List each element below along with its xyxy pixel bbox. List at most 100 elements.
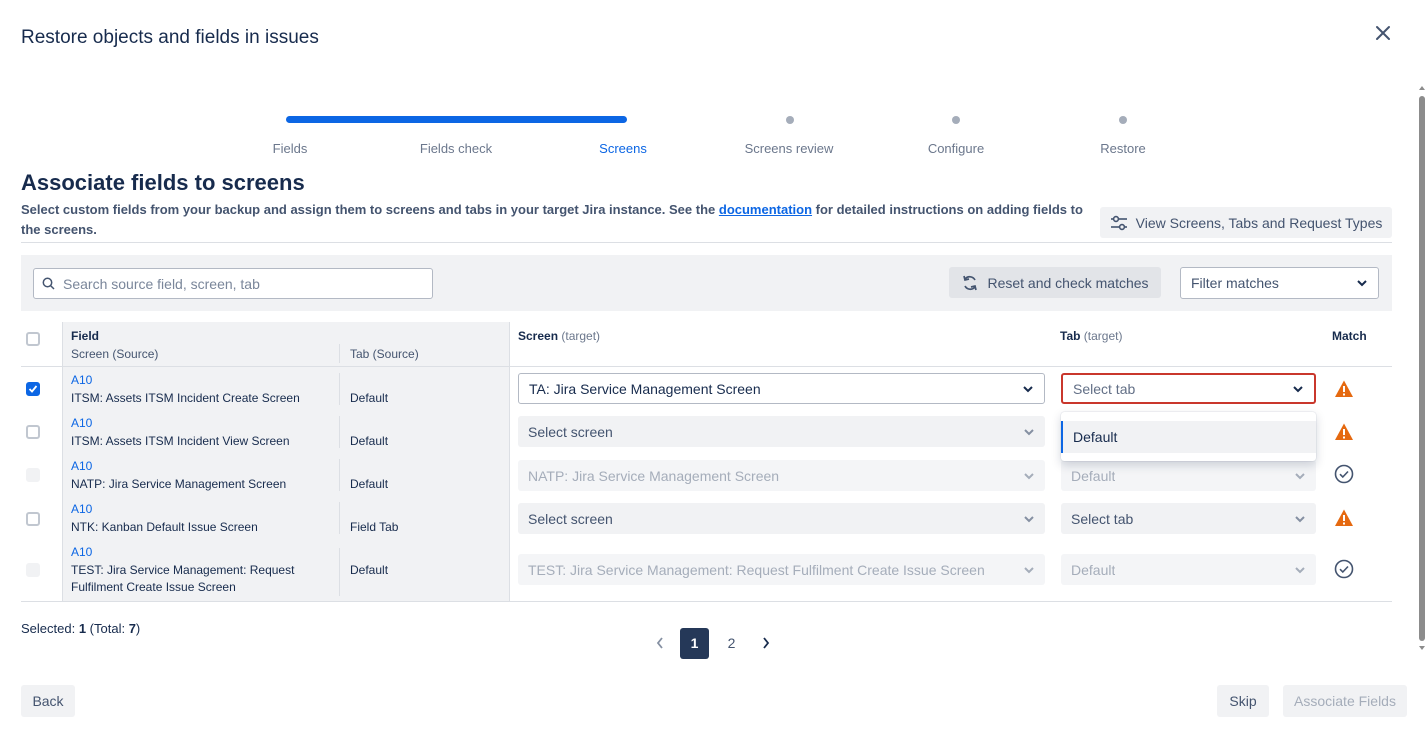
- selection-summary: Selected: 1 (Total: 7): [21, 621, 140, 636]
- chevron-down-icon: [1357, 280, 1367, 287]
- chevron-down-icon: [1024, 472, 1034, 479]
- modal-title: Restore objects and fields in issues: [21, 27, 319, 48]
- settings-sliders-icon: [1110, 215, 1127, 230]
- target-tab-select: Default: [1061, 554, 1316, 585]
- header-screen-target: Screen (target): [518, 329, 600, 343]
- scroll-down-icon[interactable]: [1418, 644, 1426, 652]
- tab-option-default[interactable]: Default: [1061, 421, 1316, 453]
- field-link[interactable]: A10: [71, 502, 92, 516]
- step-restore: Restore: [1100, 141, 1146, 156]
- search-placeholder: Search source field, screen, tab: [63, 275, 260, 292]
- source-screen-line: Fulfilment Create Issue Screen: [71, 580, 236, 594]
- chevron-right-icon: [763, 637, 770, 649]
- target-screen-value: NATP: Jira Service Management Screen: [528, 467, 780, 484]
- field-link[interactable]: A10: [71, 416, 92, 430]
- close-icon[interactable]: [1372, 22, 1394, 44]
- reset-matches-button[interactable]: Reset and check matches: [949, 267, 1161, 298]
- target-screen-select: TEST: Jira Service Management: Request F…: [518, 554, 1045, 585]
- row-checkbox: [26, 468, 40, 482]
- chevron-down-icon: [1295, 515, 1305, 522]
- scroll-thumb[interactable]: [1419, 96, 1425, 641]
- header-match: Match: [1332, 329, 1367, 343]
- total-label: (Total:: [86, 621, 129, 636]
- column-divider: [339, 502, 340, 534]
- target-tab-value: Default: [1071, 561, 1116, 578]
- row-checkbox: [26, 563, 40, 577]
- selected-count: 1: [78, 621, 87, 636]
- row-checkbox[interactable]: [26, 425, 40, 439]
- source-column-bg: [62, 322, 510, 602]
- chevron-down-icon: [1295, 566, 1305, 573]
- associate-fields-button[interactable]: Associate Fields: [1283, 685, 1407, 717]
- scrollbar[interactable]: [1418, 84, 1426, 654]
- column-divider: [339, 373, 340, 405]
- target-screen-value: TA: Jira Service Management Screen: [529, 380, 761, 397]
- header-screen-target-label: Screen: [518, 329, 559, 343]
- warning-icon: [1335, 509, 1353, 526]
- field-link[interactable]: A10: [71, 459, 92, 473]
- warning-icon: [1335, 380, 1353, 397]
- step-configure: Configure: [927, 141, 985, 156]
- pagination: 1 2: [648, 627, 778, 659]
- checkmark-icon: [28, 385, 38, 393]
- chevron-down-icon: [1024, 566, 1034, 573]
- target-screen-select[interactable]: TA: Jira Service Management Screen: [518, 373, 1045, 404]
- back-button[interactable]: Back: [21, 685, 75, 717]
- field-link[interactable]: A10: [71, 373, 92, 387]
- page-button[interactable]: 1: [680, 627, 709, 659]
- documentation-link[interactable]: documentation: [719, 202, 812, 217]
- target-screen-value: Select screen: [528, 510, 613, 527]
- chevron-down-icon: [1024, 515, 1034, 522]
- skip-button[interactable]: Skip: [1217, 685, 1269, 717]
- source-screen: NTK: Kanban Default Issue Screen: [71, 520, 258, 534]
- refresh-icon: [963, 275, 978, 290]
- section-title: Associate fields to screens: [21, 170, 305, 195]
- header-tab-target-suffix: (target): [1083, 329, 1123, 343]
- step-fields-check: Fields check: [419, 141, 493, 156]
- scroll-up-icon[interactable]: [1418, 84, 1426, 92]
- step-screens: Screens: [599, 141, 647, 156]
- source-tab: Default: [350, 434, 389, 448]
- source-screen-line: TEST: Jira Service Management: Request: [71, 563, 295, 577]
- target-tab-select[interactable]: Select tab: [1061, 373, 1316, 404]
- column-divider: [339, 416, 340, 448]
- source-tab: Default: [350, 477, 389, 491]
- row-checkbox[interactable]: [26, 382, 40, 396]
- next-page-button[interactable]: [754, 628, 778, 658]
- table-bottom-divider: [21, 601, 1392, 602]
- tab-dropdown-menu: Default: [1061, 412, 1316, 461]
- check-circle-icon: [1334, 464, 1354, 484]
- filter-matches-select[interactable]: Filter matches: [1180, 267, 1379, 299]
- chevron-down-icon: [1295, 472, 1305, 479]
- table-toolbar: Search source field, screen, tab Reset a…: [21, 255, 1392, 311]
- prev-page-button[interactable]: [648, 628, 672, 658]
- column-divider: [339, 459, 340, 491]
- search-input[interactable]: Search source field, screen, tab: [33, 268, 433, 299]
- total-close: ): [135, 621, 141, 636]
- progress-bar: [286, 116, 627, 123]
- header-field: Field: [71, 329, 100, 343]
- header-tab-target: Tab (target): [1060, 329, 1122, 343]
- view-screens-button[interactable]: View Screens, Tabs and Request Types: [1100, 207, 1392, 238]
- target-screen-select[interactable]: Select screen: [518, 416, 1045, 447]
- field-link[interactable]: A10: [71, 545, 92, 559]
- target-tab-select[interactable]: Select tab: [1061, 503, 1316, 534]
- select-all-checkbox[interactable]: [26, 332, 40, 346]
- selected-label: Selected:: [21, 621, 79, 636]
- source-screen: ITSM: Assets ITSM Incident Create Screen: [71, 391, 300, 405]
- target-tab-select: Default: [1061, 460, 1316, 491]
- total-count: 7: [128, 621, 136, 636]
- chevron-down-icon: [1293, 385, 1303, 392]
- search-icon: [42, 277, 55, 290]
- target-screen-select[interactable]: Select screen: [518, 503, 1045, 534]
- column-divider: [339, 344, 340, 363]
- source-tab: Field Tab: [350, 520, 399, 534]
- source-screen: TEST: Jira Service Management: Request Fu…: [71, 562, 294, 596]
- view-screens-label: View Screens, Tabs and Request Types: [1135, 214, 1383, 231]
- warning-icon: [1335, 423, 1353, 440]
- page-button[interactable]: 2: [717, 628, 746, 659]
- row-checkbox[interactable]: [26, 512, 40, 526]
- target-tab-value: Select tab: [1071, 510, 1134, 527]
- step-dot-restore: [1119, 116, 1127, 124]
- step-dot-screens-review: [786, 116, 794, 124]
